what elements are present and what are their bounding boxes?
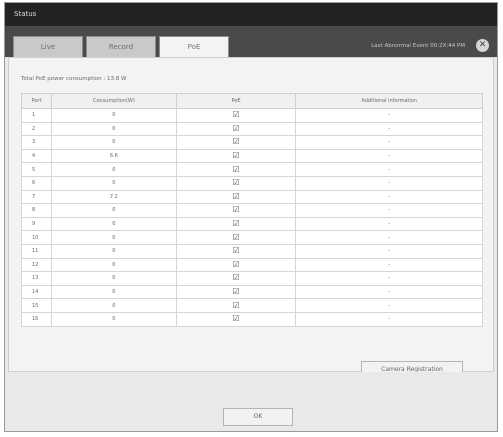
consumption-cell: 0 [50,311,177,327]
table-row: 12 0 ☑ - [21,257,483,273]
column-header-consumption: Consumption(W) [50,93,177,109]
close-icon[interactable]: ✕ [476,39,489,52]
consumption-cell: 0 [50,271,177,286]
additional-info-cell: - [295,162,483,177]
table-row: 7 7.2 ☑ - [21,189,483,205]
poe-checkbox[interactable]: ☑ [175,203,297,218]
additional-info-cell: - [295,298,483,313]
table-row: 9 0 ☑ - [21,216,483,232]
additional-info-cell: - [295,203,483,218]
additional-info-cell: - [295,311,483,327]
port-cell: 6 [21,175,52,191]
poe-checkbox[interactable]: ☑ [175,175,297,191]
port-cell: 16 [21,311,52,327]
consumption-cell: 0 [50,108,177,123]
consumption-cell: 0 [50,284,177,300]
poe-table: Port Consumption(W) PoE Additional infor… [21,93,483,327]
port-cell: 15 [21,298,52,313]
poe-checkbox[interactable]: ☑ [175,311,297,327]
consumption-cell: 0 [50,203,177,218]
tab-poe[interactable]: PoE [159,36,229,58]
poe-checkbox[interactable]: ☑ [175,230,297,245]
additional-info-cell: - [295,284,483,300]
poe-checkbox[interactable]: ☑ [175,108,297,123]
table-row: 16 0 ☑ - [21,311,483,327]
ok-button[interactable]: OK [223,408,293,426]
consumption-cell: 0 [50,175,177,191]
additional-info-cell: - [295,108,483,123]
column-header-additional-info: Additional information [295,93,483,109]
table-row: 8 0 ☑ - [21,203,483,218]
poe-checkbox[interactable]: ☑ [175,284,297,300]
window-title: Status [5,3,497,26]
port-cell: 7 [21,189,52,205]
port-cell: 14 [21,284,52,300]
tab-live[interactable]: Live [13,36,83,57]
table-row: 15 0 ☑ - [21,298,483,313]
poe-checkbox[interactable]: ☑ [175,216,297,232]
port-cell: 12 [21,257,52,273]
table-header-row: Port Consumption(W) PoE Additional infor… [21,93,483,109]
status-window: Status Live Record PoE Last Abnormal Eve… [4,2,498,432]
poe-checkbox[interactable]: ☑ [175,271,297,286]
port-cell: 8 [21,203,52,218]
port-cell: 9 [21,216,52,232]
table-row: 1 0 ☑ - [21,108,483,123]
column-header-poe: PoE [175,93,297,109]
poe-checkbox[interactable]: ☑ [175,298,297,313]
consumption-cell: 7.2 [50,189,177,205]
port-cell: 3 [21,135,52,150]
port-cell: 11 [21,243,52,259]
poe-checkbox[interactable]: ☑ [175,148,297,164]
consumption-cell: 0 [50,121,177,137]
additional-info-cell: - [295,230,483,245]
port-cell: 13 [21,271,52,286]
consumption-cell: 0 [50,230,177,245]
table-row: 11 0 ☑ - [21,243,483,259]
additional-info-cell: - [295,243,483,259]
dialog-footer: OK [8,372,494,431]
additional-info-cell: - [295,271,483,286]
consumption-cell: 0 [50,162,177,177]
table-row: 6 0 ☑ - [21,175,483,191]
consumption-cell: 0 [50,216,177,232]
total-power-consumption: Total PoE power consumption : 13.8 W [21,76,127,82]
additional-info-cell: - [295,216,483,232]
poe-checkbox[interactable]: ☑ [175,135,297,150]
port-cell: 4 [21,148,52,164]
port-cell: 10 [21,230,52,245]
additional-info-cell: - [295,148,483,164]
port-cell: 2 [21,121,52,137]
poe-checkbox[interactable]: ☑ [175,162,297,177]
table-row: 10 0 ☑ - [21,230,483,245]
port-cell: 1 [21,108,52,123]
poe-checkbox[interactable]: ☑ [175,189,297,205]
table-row: 2 0 ☑ - [21,121,483,137]
consumption-cell: 0 [50,135,177,150]
column-header-port: Port [21,93,52,109]
consumption-cell: 6.6 [50,148,177,164]
port-cell: 5 [21,162,52,177]
table-row: 4 6.6 ☑ - [21,148,483,164]
additional-info-cell: - [295,135,483,150]
tab-bar: Live Record PoE Last Abnormal Event 00:2… [5,26,497,58]
table-row: 14 0 ☑ - [21,284,483,300]
table-row: 13 0 ☑ - [21,271,483,286]
poe-checkbox[interactable]: ☑ [175,243,297,259]
poe-checkbox[interactable]: ☑ [175,257,297,273]
last-event-label: Last Abnormal Event 00:2X:44 PM [371,43,465,49]
poe-panel: Total PoE power consumption : 13.8 W Por… [8,57,494,379]
poe-checkbox[interactable]: ☑ [175,121,297,137]
additional-info-cell: - [295,121,483,137]
table-row: 5 0 ☑ - [21,162,483,177]
additional-info-cell: - [295,257,483,273]
tab-record[interactable]: Record [86,36,156,57]
consumption-cell: 0 [50,257,177,273]
consumption-cell: 0 [50,243,177,259]
additional-info-cell: - [295,189,483,205]
table-row: 3 0 ☑ - [21,135,483,150]
consumption-cell: 0 [50,298,177,313]
additional-info-cell: - [295,175,483,191]
